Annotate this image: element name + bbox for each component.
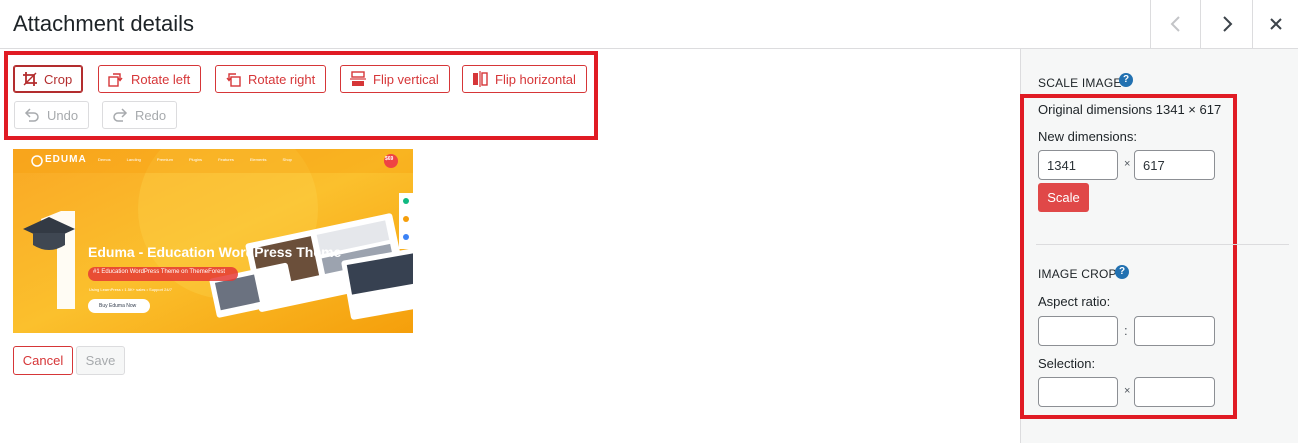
rotate-right-icon (226, 73, 241, 87)
undo-label: Undo (47, 107, 79, 123)
rotate-left-button[interactable]: Rotate left (98, 65, 202, 93)
chevron-left-icon (1170, 16, 1180, 32)
redo-label: Redo (135, 107, 167, 123)
redo-icon (113, 108, 128, 122)
preview-badge: $69 (385, 156, 394, 162)
times-separator: × (1124, 158, 1131, 170)
preview-nav-item: Elements (249, 157, 267, 162)
rotate-left-icon (108, 73, 123, 87)
preview-logo: EDUMA (45, 154, 87, 165)
image-preview[interactable]: EDUMA Demos Landing Premium Plugins Feat… (13, 149, 413, 333)
aspect-ratio-width-input[interactable] (1038, 316, 1118, 346)
preview-nav-item: Features (218, 157, 234, 162)
colon-separator: : (1124, 323, 1128, 338)
flip-horizontal-button[interactable]: Flip horizontal (462, 65, 587, 93)
close-icon (1269, 18, 1282, 30)
chevron-right-icon (1222, 16, 1232, 32)
scale-image-title: SCALE IMAGE (1038, 76, 1122, 90)
flip-vertical-button[interactable]: Flip vertical (340, 65, 450, 93)
aspect-ratio-label: Aspect ratio: (1038, 294, 1111, 309)
preview-nav-item: Demos (98, 157, 111, 162)
help-icon[interactable]: ? (1119, 73, 1133, 87)
new-dimensions-label: New dimensions: (1038, 129, 1137, 144)
rotate-right-label: Rotate right (248, 71, 316, 87)
image-editor: Crop Rotate left Rotate right Flip verti… (0, 49, 1020, 443)
scale-height-input[interactable] (1134, 150, 1215, 180)
section-divider (1036, 244, 1289, 245)
flip-vertical-icon (350, 71, 366, 86)
close-button[interactable] (1252, 0, 1298, 48)
selection-label: Selection: (1038, 356, 1096, 371)
rotate-right-button[interactable]: Rotate right (215, 65, 327, 93)
save-button[interactable]: Save (76, 346, 125, 375)
crop-label: Crop (44, 71, 73, 87)
cancel-button[interactable]: Cancel (13, 346, 73, 375)
crop-button[interactable]: Crop (13, 65, 84, 93)
redo-button[interactable]: Redo (102, 101, 178, 129)
preview-nav-item: Premium (156, 157, 173, 162)
preview-nav: Demos Landing Premium Plugins Features E… (98, 157, 292, 162)
flip-horizontal-label: Flip horizontal (495, 71, 576, 87)
preview-cta: Buy Eduma Now (99, 303, 137, 309)
selection-height-input[interactable] (1134, 377, 1215, 407)
help-icon[interactable]: ? (1115, 265, 1129, 279)
scale-button[interactable]: Scale (1038, 183, 1089, 212)
preview-fine-print: Using LearnPress • 1.5K+ sales • Support… (89, 287, 172, 292)
next-button[interactable] (1200, 0, 1252, 48)
rotate-left-label: Rotate left (131, 71, 191, 87)
modal-header: Attachment details (0, 0, 1298, 49)
preview-subline: #1 Education WordPress Theme on ThemeFor… (93, 269, 226, 275)
preview-artwork (13, 149, 413, 333)
selection-width-input[interactable] (1038, 377, 1118, 407)
previous-button[interactable] (1150, 0, 1200, 48)
aspect-ratio-height-input[interactable] (1134, 316, 1215, 346)
preview-nav-item: Landing (126, 157, 141, 162)
image-crop-title: IMAGE CROP (1038, 267, 1117, 281)
preview-nav-item: Shop (282, 157, 292, 162)
image-settings-sidebar: SCALE IMAGE ? Original dimensions 1341 ×… (1020, 49, 1298, 443)
times-separator: × (1124, 385, 1131, 397)
preview-nav-item: Plugins (188, 157, 203, 162)
undo-icon (24, 108, 39, 122)
crop-icon (23, 72, 37, 86)
flip-vertical-label: Flip vertical (373, 71, 439, 87)
page-title: Attachment details (13, 11, 194, 36)
undo-button[interactable]: Undo (14, 101, 90, 129)
original-dimensions: Original dimensions 1341 × 617 (1038, 102, 1222, 117)
scale-width-input[interactable] (1038, 150, 1118, 180)
flip-horizontal-icon (473, 71, 488, 87)
preview-headline: Eduma - Education WordPress Theme (88, 244, 342, 260)
